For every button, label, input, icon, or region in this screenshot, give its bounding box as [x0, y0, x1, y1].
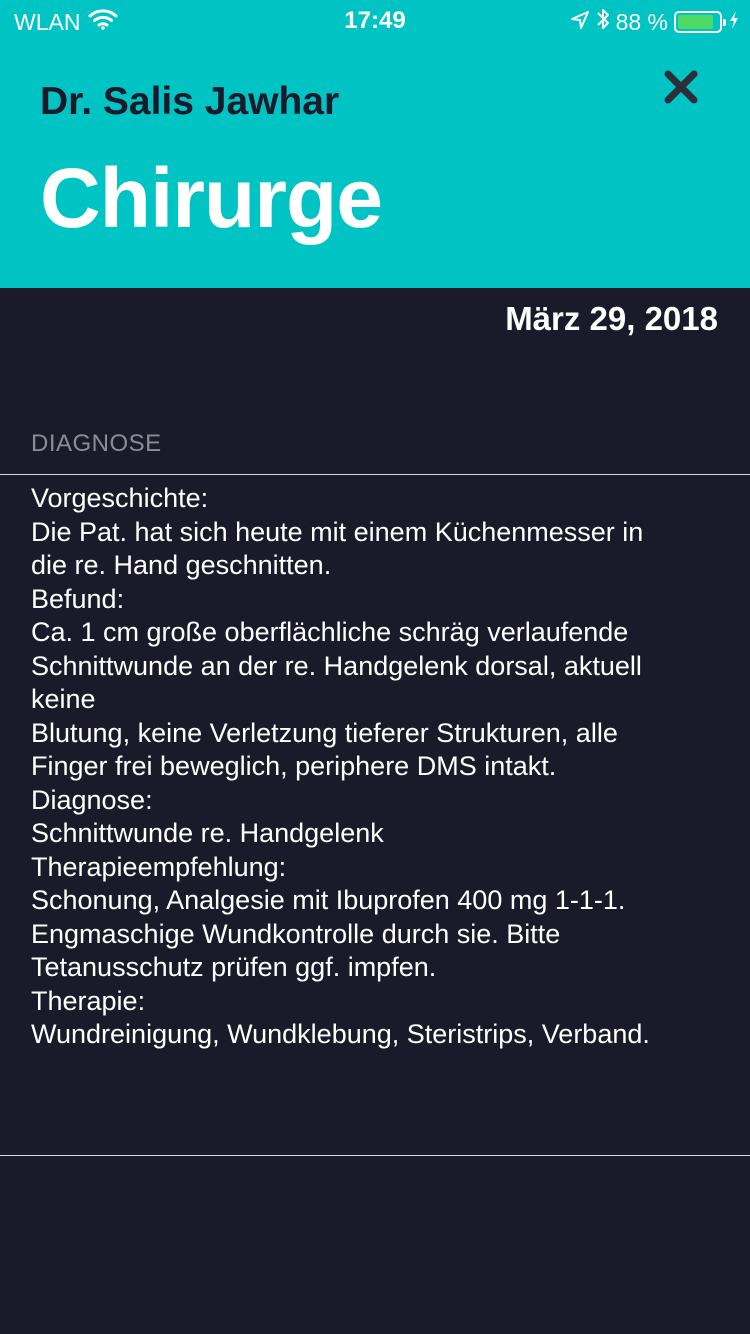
- close-icon: [664, 70, 698, 104]
- diagnosis-line: Befund:: [31, 583, 125, 614]
- divider: [0, 1155, 750, 1156]
- status-bar: WLAN 17:49 88 %: [0, 0, 750, 40]
- diagnosis-line: Ca. 1 cm große oberflächliche schräg ver…: [31, 617, 629, 647]
- diagnosis-line: Diagnose:: [31, 784, 153, 815]
- close-button[interactable]: [660, 66, 702, 108]
- charging-bolt-icon: [728, 9, 740, 36]
- location-arrow-icon: [570, 9, 590, 36]
- diagnosis-line: keine: [31, 684, 96, 714]
- divider: [0, 474, 750, 475]
- specialty-title: Chirurge: [40, 151, 383, 245]
- diagnosis-line: die re. Hand geschnitten.: [31, 550, 332, 580]
- diagnosis-line: Vorgeschichte:: [31, 483, 209, 513]
- diagnosis-line: Die Pat. hat sich heute mit einem Küchen…: [31, 516, 644, 547]
- section-label-diagnose: DIAGNOSE: [31, 430, 162, 457]
- diagnosis-line: Therapie:: [31, 985, 146, 1016]
- diagnosis-line: Therapieempfehlung:: [31, 851, 287, 882]
- record-date: März 29, 2018: [505, 300, 718, 337]
- diagnosis-line: Wundreinigung, Wundklebung, Steristrips,…: [31, 1019, 650, 1049]
- diagnosis-line: Schnittwunde an der re. Handgelenk dorsa…: [31, 650, 642, 681]
- diagnosis-line: Blutung, keine Verletzung tieferer Struk…: [31, 717, 618, 748]
- doctor-name: Dr. Salis Jawhar: [40, 80, 340, 123]
- battery-fill: [678, 15, 714, 29]
- status-right: 88 %: [570, 7, 740, 37]
- battery-tip: [723, 19, 726, 26]
- header: WLAN 17:49 88 % Dr. Salis Jawhar Chirurg…: [0, 0, 750, 288]
- diagnosis-text: Vorgeschichte: Die Pat. hat sich heute mi…: [31, 482, 731, 1052]
- diagnosis-line: Schonung, Analgesie mit Ibuprofen 400 mg…: [31, 885, 626, 915]
- screen: WLAN 17:49 88 % Dr. Salis Jawhar Chirurg…: [0, 0, 750, 1334]
- diagnosis-line: Schnittwunde re. Handgelenk: [31, 818, 384, 848]
- battery-percent: 88 %: [615, 8, 668, 35]
- bluetooth-icon: [596, 7, 610, 37]
- diagnosis-line: Finger frei beweglich, periphere DMS int…: [31, 751, 557, 781]
- battery-icon: [674, 11, 726, 33]
- diagnosis-line: Tetanusschutz prüfen ggf. impfen.: [31, 952, 437, 982]
- diagnosis-line: Engmaschige Wundkontrolle durch sie. Bit…: [31, 918, 561, 949]
